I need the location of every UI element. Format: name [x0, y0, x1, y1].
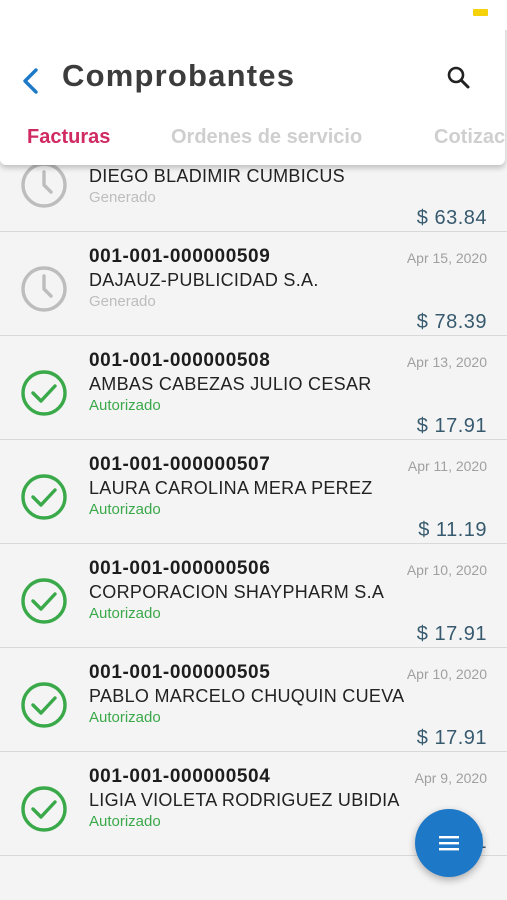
invoice-amount: $ 17.91 — [416, 415, 487, 437]
check-circle-icon — [21, 786, 67, 832]
page-title: Comprobantes — [62, 58, 296, 93]
client-name: DAJAUZ-PUBLICIDAD S.A. — [89, 270, 319, 290]
chevron-left-icon — [23, 68, 38, 94]
search-button[interactable] — [444, 63, 474, 93]
tab-cotizaciones[interactable]: Cotizac — [434, 126, 505, 149]
invoice-date: Apr 10, 2020 — [406, 666, 487, 682]
invoice-date: Apr 10, 2020 — [406, 562, 487, 578]
invoice-number: 001-001-000000508 — [89, 350, 271, 371]
client-name: AMBAS CABEZAS JULIO CESAR — [89, 374, 372, 394]
invoice-date: Apr 11, 2020 — [407, 458, 487, 474]
invoice-row[interactable]: 001-001-000000506 CORPORACION SHAYPHARM S… — [0, 544, 507, 648]
check-circle-icon — [21, 474, 67, 520]
clock-icon — [21, 162, 67, 208]
invoice-amount: $ 63.84 — [416, 207, 487, 229]
status-label: Autorizado — [89, 397, 161, 414]
invoice-amount: $ 11.19 — [418, 519, 487, 541]
tab-ordenes-de-servicio[interactable]: Ordenes de servicio — [171, 126, 362, 149]
tab-facturas[interactable]: Facturas — [27, 126, 110, 149]
clock-icon — [21, 266, 67, 312]
client-name: PABLO MARCELO CHUQUIN CUEVA — [89, 686, 405, 706]
status-bar — [0, 0, 507, 30]
menu-icon — [439, 836, 459, 851]
invoice-row[interactable]: 001-001-000000507 LAURA CAROLINA MERA PER… — [0, 440, 507, 544]
status-label: Autorizado — [89, 605, 161, 622]
status-label: Autorizado — [89, 709, 161, 726]
invoice-row[interactable]: 001-001-000000505 PABLO MARCELO CHUQUIN C… — [0, 648, 507, 752]
invoice-row[interactable]: 001-001-000000508 AMBAS CABEZAS JULIO CES… — [0, 336, 507, 440]
client-name: CORPORACION SHAYPHARM S.A — [89, 582, 385, 602]
status-label: Autorizado — [89, 501, 161, 518]
status-label: Generado — [89, 189, 156, 206]
tab-bar: Facturas Ordenes de servicio Cotizac — [0, 122, 505, 158]
invoice-amount: $ 17.91 — [416, 727, 487, 749]
invoice-number: 001-001-000000504 — [89, 766, 271, 787]
client-name: LAURA CAROLINA MERA PEREZ — [89, 478, 373, 498]
invoice-date: Apr 15, 2020 — [406, 250, 487, 266]
fab-menu-button[interactable] — [415, 809, 483, 877]
invoice-date: Apr 13, 2020 — [406, 354, 487, 370]
invoice-number: 001-001-000000506 — [89, 558, 271, 579]
invoice-amount: $ 78.39 — [416, 311, 487, 333]
invoice-number: 001-001-000000507 — [89, 454, 271, 475]
invoice-list: 001-001-000000510DIEGO BLADIMIR CUMBICUS… — [0, 150, 507, 900]
client-name: LIGIA VIOLETA RODRIGUEZ UBIDIA — [89, 790, 400, 810]
status-label: Generado — [89, 293, 156, 310]
invoice-amount: $ 17.91 — [416, 623, 487, 645]
check-circle-icon — [21, 370, 67, 416]
invoice-number: 001-001-000000509 — [89, 246, 271, 267]
invoice-number: 001-001-000000505 — [89, 662, 271, 683]
search-icon — [447, 66, 470, 89]
invoice-row[interactable]: 001-001-000000509 DAJAUZ-PUBLICIDAD S.A. G… — [0, 232, 507, 336]
check-circle-icon — [21, 578, 67, 624]
back-button[interactable] — [18, 64, 48, 98]
status-label: Autorizado — [89, 813, 161, 830]
client-name: DIEGO BLADIMIR CUMBICUS — [89, 166, 345, 186]
check-circle-icon — [21, 682, 67, 728]
invoice-date: Apr 9, 2020 — [414, 770, 487, 786]
battery-icon — [473, 9, 488, 16]
